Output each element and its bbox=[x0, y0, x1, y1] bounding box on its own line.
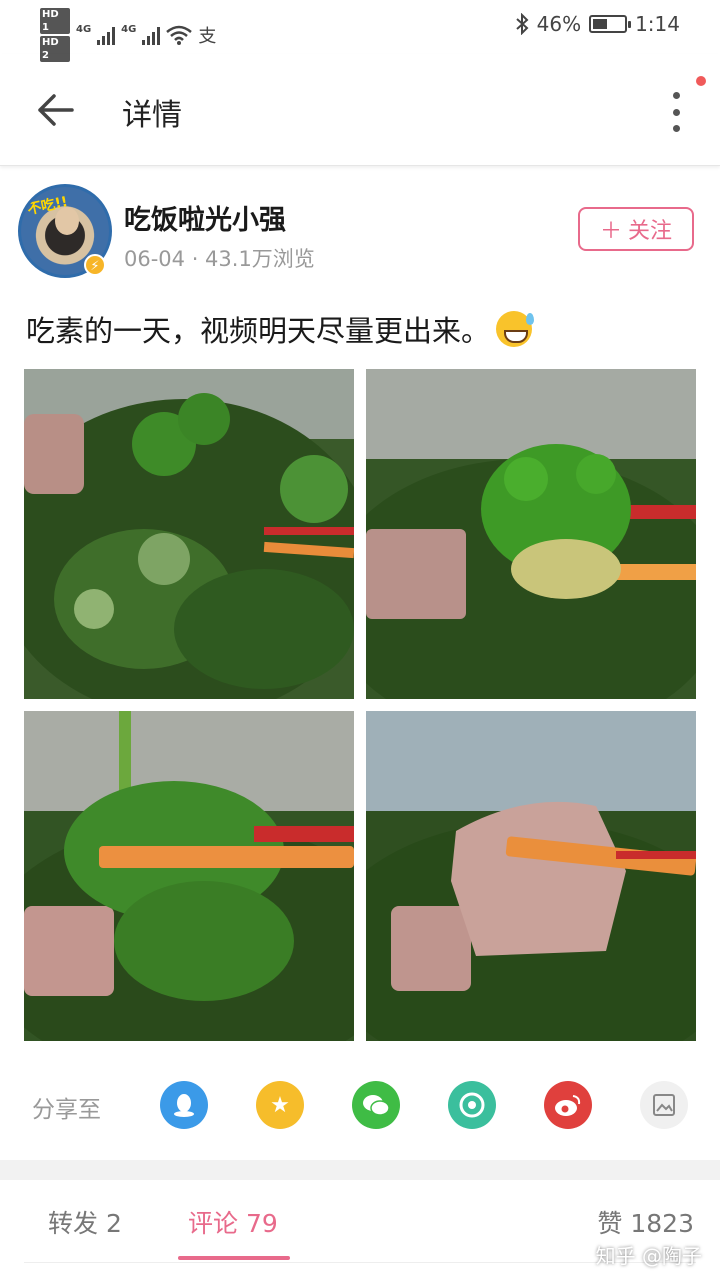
sweat-smile-emoji-icon bbox=[496, 311, 535, 347]
weibo-share-button[interactable] bbox=[544, 1081, 592, 1129]
active-tab-indicator bbox=[178, 1256, 290, 1260]
post-image-3[interactable] bbox=[24, 711, 354, 1041]
clock: 1:14 bbox=[635, 12, 680, 36]
qq-icon bbox=[174, 1094, 194, 1117]
wechat-share-button[interactable] bbox=[352, 1081, 400, 1129]
signal-icon-2 bbox=[142, 25, 161, 45]
title-bar: 详情 bbox=[0, 54, 720, 166]
moments-share-button[interactable] bbox=[448, 1081, 496, 1129]
tab-likes[interactable]: 赞 1823 bbox=[597, 1204, 694, 1240]
network-type-1: 4G bbox=[76, 23, 92, 35]
status-bar: HD 1 HD 2 4G 4G 支 46% 1:14 bbox=[0, 0, 720, 62]
save-image-icon bbox=[653, 1094, 675, 1116]
salad-photo-2 bbox=[366, 369, 696, 699]
post-image-1[interactable] bbox=[24, 369, 354, 699]
qq-share-button[interactable] bbox=[160, 1081, 208, 1129]
follow-button[interactable]: ＋ 关注 bbox=[578, 207, 694, 251]
arrow-left-icon bbox=[38, 94, 74, 126]
tab-repost[interactable]: 转发 2 bbox=[48, 1204, 122, 1240]
bluetooth-icon bbox=[515, 13, 529, 35]
share-label: 分享至 bbox=[32, 1097, 101, 1123]
save-image-button[interactable] bbox=[640, 1081, 688, 1129]
post-text: 吃素的一天，视频明天尽量更出来。 bbox=[26, 308, 535, 350]
moments-icon bbox=[459, 1092, 485, 1118]
status-right: 46% 1:14 bbox=[515, 12, 680, 36]
salad-photo-4 bbox=[366, 711, 696, 1041]
section-divider bbox=[0, 1160, 720, 1180]
back-button[interactable] bbox=[36, 90, 76, 130]
page-title: 详情 bbox=[122, 98, 182, 133]
qzone-share-button[interactable]: ★ bbox=[256, 1081, 304, 1129]
salad-photo-3 bbox=[24, 711, 354, 1041]
weibo-icon bbox=[555, 1095, 581, 1116]
wechat-icon bbox=[363, 1095, 390, 1116]
qzone-icon: ★ bbox=[270, 1092, 290, 1118]
watermark: 知乎 @陶子 bbox=[595, 1244, 702, 1268]
post-text-content: 吃素的一天，视频明天尽量更出来。 bbox=[26, 314, 491, 348]
author-name[interactable]: 吃饭啦光小强 bbox=[124, 198, 286, 237]
post-meta: 06-04 · 43.1万浏览 bbox=[124, 247, 315, 271]
plus-icon: ＋ bbox=[599, 219, 622, 244]
battery-fill bbox=[593, 19, 608, 29]
hd1-badge: HD 1 bbox=[40, 8, 70, 34]
network-type-2: 4G bbox=[121, 23, 137, 35]
follow-label: 关注 bbox=[628, 219, 673, 244]
signal-icon bbox=[97, 25, 116, 45]
more-options-button[interactable] bbox=[662, 92, 690, 132]
alipay-icon: 支 bbox=[198, 26, 217, 47]
verified-badge-icon: ⚡ bbox=[84, 254, 106, 276]
wifi-icon bbox=[166, 25, 193, 45]
tab-comments[interactable]: 评论 79 bbox=[188, 1204, 278, 1240]
notification-dot bbox=[696, 76, 706, 86]
battery-percent: 46% bbox=[536, 12, 582, 36]
battery-icon bbox=[589, 15, 632, 33]
salad-photo-1 bbox=[24, 369, 354, 699]
post-image-4[interactable] bbox=[366, 711, 696, 1041]
post-image-2[interactable] bbox=[366, 369, 696, 699]
